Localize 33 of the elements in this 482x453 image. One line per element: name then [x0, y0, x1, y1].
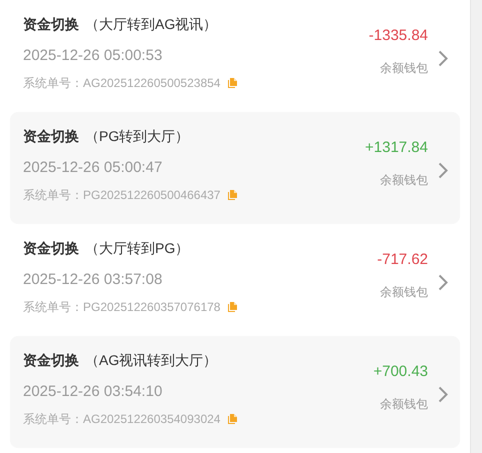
record-title: 资金切换 （大厅转到AG视讯） — [23, 15, 218, 34]
amount: +1317.84 — [365, 138, 428, 158]
record-card[interactable]: 资金切换 （AG视讯转到大厅） 2025-12-26 03:54:10 系统单号：AG202512260354093024 +700.43 余额钱包 — [10, 336, 460, 448]
amount: -1335.84 — [368, 26, 428, 46]
chevron-right-icon[interactable] — [438, 274, 448, 290]
record-time: 2025-12-26 03:54:10 — [23, 382, 164, 402]
record-card[interactable]: 资金切换 （大厅转到AG视讯） 2025-12-26 05:00:53 系统单号：AG202512260500523854 -1335.84 余额钱包 — [10, 0, 460, 112]
record-title: 资金切换 （PG转到大厅） — [23, 127, 190, 146]
copy-icon[interactable] — [228, 78, 238, 88]
wallet-label: 余额钱包 — [379, 60, 428, 77]
amount: -717.62 — [377, 250, 428, 270]
order-number: 系统单号：PG202512260500466437 — [23, 187, 220, 203]
record-card[interactable]: 资金切换 （大厅转到PG） 2025-12-26 03:57:08 系统单号：PG202512260357076178 -717.62 余额钱包 — [10, 224, 460, 336]
wallet-label: 余额钱包 — [379, 284, 428, 301]
copy-icon[interactable] — [228, 414, 238, 424]
order-number: 系统单号：AG202512260500523854 — [23, 75, 220, 91]
wallet-label: 余额钱包 — [379, 172, 428, 189]
order-number: 系统单号：AG202512260354093024 — [23, 411, 220, 427]
order-number: 系统单号：PG202512260357076178 — [23, 299, 220, 315]
record-time: 2025-12-26 05:00:47 — [23, 158, 164, 178]
record-title: 资金切换 （AG视讯转到大厅） — [23, 351, 218, 370]
copy-icon[interactable] — [228, 302, 238, 312]
record-time: 2025-12-26 03:57:08 — [23, 270, 164, 290]
chevron-right-icon[interactable] — [438, 386, 448, 402]
chevron-right-icon[interactable] — [438, 162, 448, 178]
record-title: 资金切换 （大厅转到PG） — [23, 239, 190, 258]
scrollbar[interactable] — [470, 0, 482, 453]
chevron-right-icon[interactable] — [438, 50, 448, 66]
record-time: 2025-12-26 05:00:53 — [23, 46, 164, 66]
record-card[interactable]: 资金切换 （PG转到大厅） 2025-12-26 05:00:47 系统单号：PG202512260500466437 +1317.84 余额钱包 — [10, 112, 460, 224]
copy-icon[interactable] — [228, 190, 238, 200]
amount: +700.43 — [373, 362, 428, 382]
wallet-label: 余额钱包 — [379, 396, 428, 413]
